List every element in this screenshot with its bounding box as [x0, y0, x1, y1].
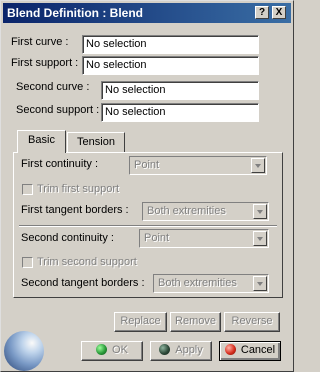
dark-green-dot-icon — [159, 344, 171, 355]
tab-tension[interactable]: Tension — [67, 132, 125, 152]
help-button[interactable]: ? — [255, 6, 269, 19]
first-continuity-value: Point — [134, 159, 160, 171]
first-tangent-borders-combo[interactable]: Both extremities — [142, 202, 269, 221]
cancel-button[interactable]: Cancel — [219, 341, 281, 361]
first-curve-label: First curve : — [11, 36, 69, 48]
first-tangent-borders-label: First tangent borders : — [21, 204, 129, 216]
second-support-field[interactable]: No selection — [101, 103, 259, 122]
first-continuity-label: First continuity : — [21, 158, 99, 170]
ok-button[interactable]: OK — [81, 341, 143, 361]
remove-button[interactable]: Remove — [170, 312, 221, 332]
reverse-button[interactable]: Reverse — [224, 312, 280, 332]
second-support-label: Second support : — [16, 104, 100, 116]
blend-definition-dialog: Blend Definition : Blend ? X First curve… — [0, 0, 294, 372]
close-button[interactable]: X — [272, 6, 286, 19]
second-continuity-label: Second continuity : — [21, 232, 114, 244]
first-support-field[interactable]: No selection — [82, 56, 259, 75]
trim-first-support-label: Trim first support — [37, 183, 120, 195]
second-curve-field[interactable]: No selection — [101, 81, 259, 100]
first-support-label: First support : — [11, 57, 79, 69]
red-dot-icon — [224, 344, 236, 355]
group-separator — [19, 225, 277, 227]
apply-label: Apply — [175, 344, 203, 356]
chevron-down-icon[interactable] — [251, 158, 265, 173]
first-tangent-borders-value: Both extremities — [147, 205, 226, 217]
tab-basic[interactable]: Basic — [17, 130, 66, 153]
window-title: Blend Definition : Blend — [7, 6, 143, 20]
chevron-down-icon[interactable] — [253, 231, 267, 246]
trim-second-support-label: Trim second support — [37, 256, 137, 268]
second-tangent-borders-label: Second tangent borders : — [21, 277, 145, 289]
first-curve-field[interactable]: No selection — [82, 35, 259, 54]
trim-second-support-checkbox[interactable] — [22, 257, 33, 268]
chevron-down-icon[interactable] — [253, 276, 267, 291]
second-tangent-borders-combo[interactable]: Both extremities — [153, 274, 269, 293]
second-curve-label: Second curve : — [16, 81, 90, 93]
apply-button[interactable]: Apply — [150, 341, 212, 361]
cancel-label: Cancel — [240, 344, 276, 356]
title-bar[interactable]: Blend Definition : Blend ? X — [3, 3, 291, 23]
second-continuity-combo[interactable]: Point — [139, 229, 269, 248]
trim-first-support-checkbox[interactable] — [22, 184, 33, 195]
second-continuity-value: Point — [144, 232, 170, 244]
first-continuity-combo[interactable]: Point — [129, 156, 267, 175]
chevron-down-icon[interactable] — [253, 204, 267, 219]
replace-button[interactable]: Replace — [114, 312, 167, 332]
green-dot-icon — [96, 344, 108, 355]
ok-label: OK — [112, 344, 128, 356]
globe-icon — [4, 331, 44, 371]
second-tangent-borders-value: Both extremities — [158, 277, 237, 289]
